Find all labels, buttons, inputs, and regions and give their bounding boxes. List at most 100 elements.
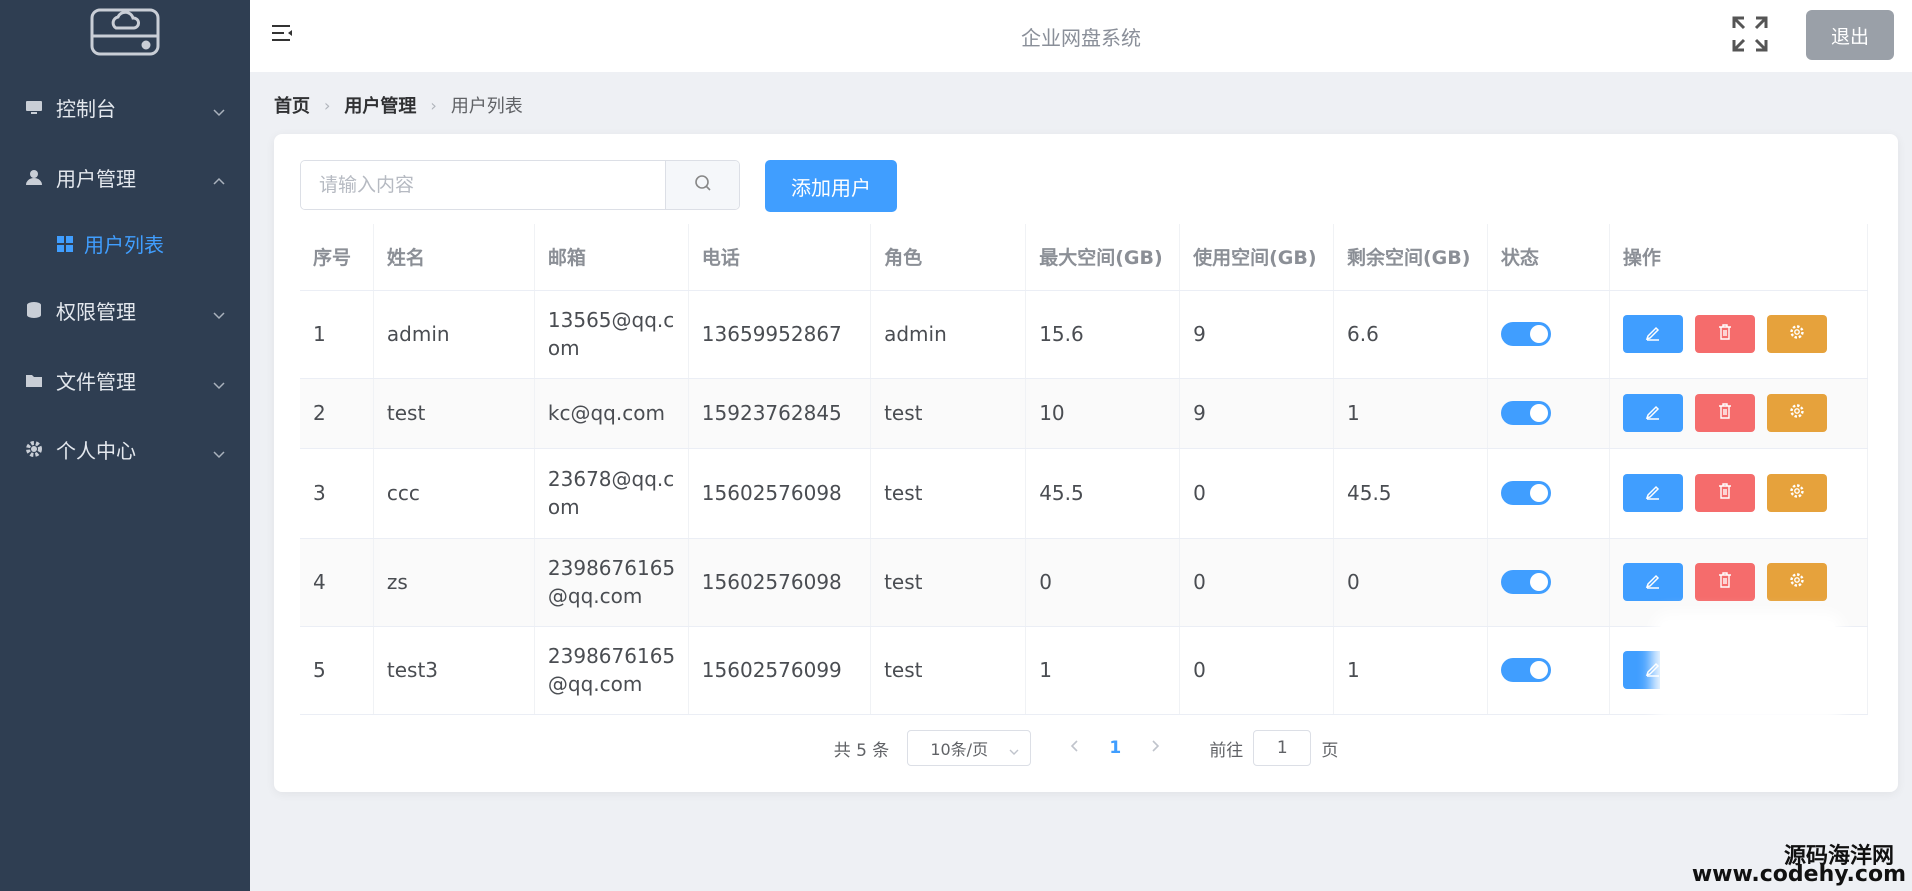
table-row: 5 test3 2398676165@qq.com 15602576099 te… [300,626,1869,715]
status-toggle[interactable] [1500,481,1551,505]
page-size-value: 10条/页 [930,740,989,759]
cloud-drive-logo-icon [88,2,162,60]
cell-phone: 15602576098 [688,448,872,539]
pagination: 共 5 条 10条/页 1 前往 页 [274,728,1898,768]
table-row: 1 admin 13565@qq.com 13659952867 admin 1… [300,290,1869,379]
goto-page-input[interactable] [1253,730,1312,766]
next-page-button[interactable] [1137,730,1173,766]
cell-role: test [870,448,1027,539]
breadcrumb-home[interactable]: 首页 [274,92,310,118]
delete-button[interactable] [1694,474,1755,512]
trash-icon [1716,568,1734,596]
cell-status [1487,378,1610,449]
edit-button[interactable] [1622,563,1683,601]
chevron-down-icon [212,442,226,459]
cell-name: test [373,378,535,449]
delete-button[interactable] [1694,563,1755,601]
column-header-actions: 操作 [1609,224,1869,291]
column-header-used-space[interactable]: 使用空间(GB) [1179,224,1334,291]
cell-remaining-space: 0 [1333,538,1488,627]
goto-suffix: 页 [1321,740,1339,761]
cell-phone: 15923762845 [688,378,872,449]
column-header-phone[interactable]: 电话 [688,224,872,291]
sidebar-item-label: 用户管理 [56,166,136,191]
fullscreen-icon[interactable] [1730,14,1770,54]
sidebar-item-user-list[interactable]: 用户列表 [0,218,250,268]
status-toggle[interactable] [1500,658,1551,682]
edit-button[interactable] [1622,315,1683,353]
toggle-knob [1529,404,1548,422]
chevron-down-icon [212,100,226,117]
search-icon [693,173,713,197]
sidebar-item-file-management[interactable]: 文件管理 [0,355,250,405]
page-size-select[interactable]: 10条/页 [907,730,1032,766]
cell-status [1487,290,1610,379]
settings-button[interactable] [1766,563,1827,601]
edit-icon [1644,568,1662,596]
cell-email: 13565@qq.com [534,290,689,379]
cell-max-space: 0 [1025,538,1181,627]
status-toggle[interactable] [1500,570,1551,594]
column-header-max-space[interactable]: 最大空间(GB) [1025,224,1181,291]
column-header-remaining-space[interactable]: 剩余空间(GB) [1333,224,1488,291]
cell-max-space: 15.6 [1025,290,1181,379]
table-row: 2 test kc@qq.com 15923762845 test 10 9 1 [300,378,1869,449]
sidebar-item-label: 控制台 [56,96,116,121]
blurred-overlay [1660,620,1836,714]
breadcrumb-user-list: 用户列表 [450,96,523,117]
monitor-icon [24,97,44,117]
sidebar: 控制台 用户管理 用户列表 权限管理 文件管理 个人中心 [0,0,250,891]
cell-index: 4 [300,538,374,627]
cell-remaining-space: 1 [1333,378,1488,449]
goto-page: 前往 页 [1209,730,1338,766]
sidebar-item-personal-center[interactable]: 个人中心 [0,424,250,474]
sidebar-item-dashboard[interactable]: 控制台 [0,82,250,132]
column-header-role[interactable]: 角色 [870,224,1027,291]
column-header-status[interactable]: 状态 [1487,224,1610,291]
sidebar-item-permission-management[interactable]: 权限管理 [0,285,250,335]
gear-icon [24,439,44,459]
settings-button[interactable] [1766,394,1827,432]
column-header-name[interactable]: 姓名 [373,224,535,291]
breadcrumb-user-management[interactable]: 用户管理 [344,92,416,118]
cell-remaining-space: 6.6 [1333,290,1488,379]
chevron-up-icon [212,170,226,185]
cell-actions [1609,378,1869,449]
cell-status [1487,626,1610,715]
chevron-down-icon [212,303,226,320]
column-header-index[interactable]: 序号 [300,224,374,291]
add-user-button[interactable]: 添加用户 [765,160,897,212]
toggle-knob [1529,573,1548,591]
gear-icon [1788,320,1806,348]
logout-button[interactable]: 退出 [1806,10,1894,60]
status-toggle[interactable] [1500,322,1551,346]
edit-button[interactable] [1622,394,1683,432]
status-toggle[interactable] [1500,401,1551,425]
prev-page-button[interactable] [1057,730,1093,766]
cell-phone: 15602576098 [688,538,872,627]
chevron-left-icon [1069,738,1081,758]
cell-used-space: 9 [1179,378,1334,449]
column-header-email[interactable]: 邮箱 [534,224,689,291]
chevron-right-icon [1149,738,1161,758]
breadcrumb: 首页 › 用户管理 › 用户列表 [274,92,523,118]
cell-max-space: 10 [1025,378,1181,449]
cell-role: test [870,626,1027,715]
cell-email: 23678@qq.com [534,448,689,539]
cell-email: 2398676165@qq.com [534,626,689,715]
cell-status [1487,448,1610,539]
edit-button[interactable] [1622,474,1683,512]
settings-button[interactable] [1766,315,1827,353]
delete-button[interactable] [1694,394,1755,432]
chevron-down-icon [1008,743,1020,755]
settings-button[interactable] [1766,474,1827,512]
search-button[interactable] [665,161,739,209]
sidebar-item-label: 权限管理 [56,299,136,324]
search-input[interactable] [301,161,665,209]
table-row: 4 zs 2398676165@qq.com 15602576098 test … [300,538,1869,627]
page-number[interactable]: 1 [1093,730,1137,766]
delete-button[interactable] [1694,315,1755,353]
sidebar-item-user-management[interactable]: 用户管理 [0,152,250,202]
cell-name: admin [373,290,535,379]
cell-phone: 13659952867 [688,290,872,379]
